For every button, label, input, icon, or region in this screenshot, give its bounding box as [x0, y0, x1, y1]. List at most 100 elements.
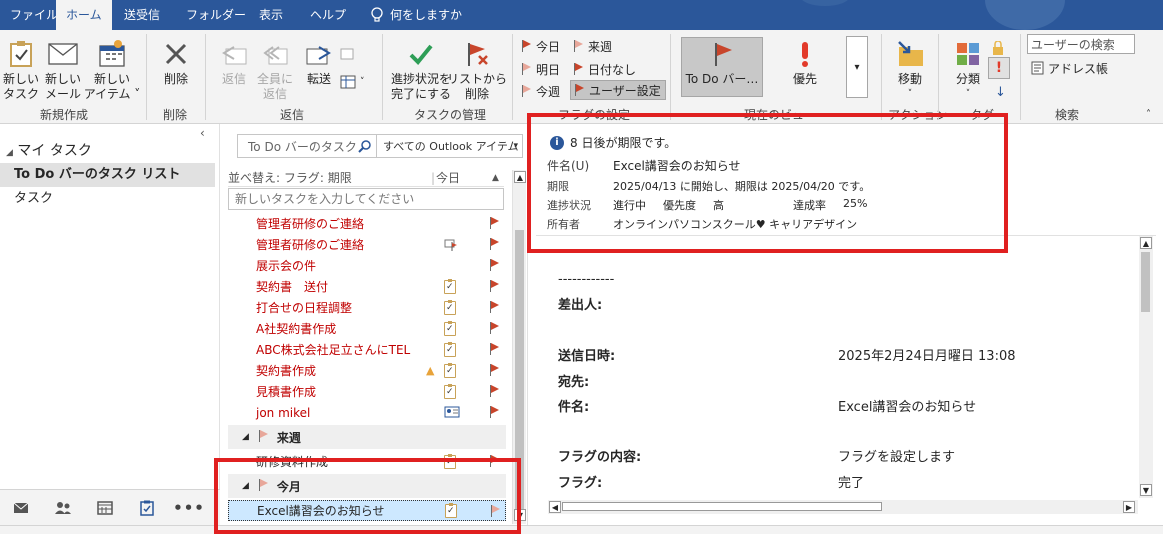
task-row-selected[interactable]: Excel講習会のお知らせ: [228, 500, 506, 521]
group-header-this-month[interactable]: ◢ 今月: [228, 474, 506, 498]
delete-button[interactable]: 削除: [158, 38, 194, 87]
flag-next-week-button[interactable]: 来週: [574, 36, 612, 56]
more-respond-button[interactable]: [340, 44, 354, 64]
task-list-scrollbar[interactable]: ▲ ▼: [512, 170, 526, 524]
new-task-input[interactable]: 新しいタスクを入力してください: [228, 188, 504, 210]
flag-icon[interactable]: [490, 385, 500, 400]
reply-button[interactable]: 返信: [216, 38, 252, 87]
flag-icon[interactable]: [490, 238, 500, 253]
scroll-down-icon[interactable]: ▼: [1140, 484, 1152, 496]
search-input[interactable]: To Do バーのタスク: [237, 134, 377, 158]
body-subject-label: 件名:: [558, 400, 590, 415]
collapse-ribbon-button[interactable]: ˄: [1146, 104, 1151, 124]
new-mail-button[interactable]: 新しい メール: [44, 38, 82, 102]
scrollbar-thumb[interactable]: [515, 230, 524, 510]
my-tasks-header[interactable]: ◢ マイ タスク: [6, 140, 92, 160]
view-priority-button[interactable]: 優先: [768, 38, 842, 87]
down-arrow-icon: ↓: [995, 84, 1006, 100]
scroll-right-icon[interactable]: ▶: [1123, 501, 1135, 513]
tab-home[interactable]: ホーム: [56, 0, 112, 30]
view-todo-button[interactable]: To Do バー…: [681, 37, 763, 97]
divider: [536, 235, 1156, 236]
flag-this-week-button[interactable]: 今週: [522, 81, 560, 101]
remove-from-list-button[interactable]: リストから 削除: [447, 38, 507, 102]
info-text: 8 日後が期限です。: [570, 136, 677, 150]
low-importance-button[interactable]: ↓: [995, 82, 1006, 102]
tab-help[interactable]: ヘルプ: [300, 0, 356, 30]
task-row[interactable]: 展示会の件: [228, 255, 506, 276]
owner-row: 所有者 オンラインパソコンスクール♥ キャリアデザイン: [547, 216, 857, 232]
nav-item-todo-list[interactable]: To Do バーのタスク リスト: [0, 163, 215, 187]
flag-icon[interactable]: [490, 322, 500, 337]
task-body[interactable]: ------------ 差出人: 送信日時: 2025年2月24日月曜日 13…: [550, 242, 1162, 518]
scroll-left-icon[interactable]: ◀: [549, 501, 561, 513]
task-row[interactable]: 契約書作成 ▲: [228, 360, 506, 381]
forward-button[interactable]: 転送: [300, 38, 338, 87]
chevron-up-icon: ˄: [1146, 108, 1151, 120]
flag-icon[interactable]: [490, 217, 500, 232]
group-header-label: 今月: [276, 479, 301, 494]
reply-all-button[interactable]: 全員に 返信: [256, 38, 294, 102]
people-icon[interactable]: [42, 490, 84, 526]
scroll-down-icon[interactable]: ▼: [514, 509, 526, 521]
address-book-button[interactable]: アドレス帳: [1030, 58, 1108, 78]
flag-icon[interactable]: [490, 301, 500, 316]
scrollbar-thumb[interactable]: [562, 502, 882, 511]
search-scope-dropdown[interactable]: すべての Outlook アイテム ▾: [377, 134, 523, 158]
categorize-button[interactable]: 分類 ˅: [950, 38, 986, 102]
mark-complete-button[interactable]: 進捗状況を 完了にする: [390, 38, 452, 102]
move-button[interactable]: 移動 ˅: [890, 38, 930, 102]
scroll-up-icon[interactable]: ▲: [514, 171, 526, 183]
task-row[interactable]: ABC株式会社足立さんにTEL: [228, 339, 506, 360]
collapse-pane-button[interactable]: ‹: [200, 126, 205, 140]
new-task-button[interactable]: 新しい タスク: [3, 38, 39, 102]
task-row[interactable]: 管理者研修のご連絡: [228, 213, 506, 234]
tell-me-box[interactable]: 何をしますか: [360, 0, 472, 30]
flag-custom-button[interactable]: ユーザー設定: [570, 80, 666, 100]
sort-header[interactable]: 並べ替え: フラグ: 期限 | 今日 ▲: [228, 169, 504, 187]
task-row[interactable]: 打合せの日程調整: [228, 297, 506, 318]
high-importance-button[interactable]: !: [988, 57, 1010, 79]
status-bar: [0, 525, 1163, 534]
flag-today-button[interactable]: 今日: [522, 36, 560, 56]
group-header-next-week[interactable]: ◢ 来週: [228, 425, 506, 449]
new-items-button[interactable]: 新しい アイテム ˅: [84, 38, 140, 102]
group-header-label: 来週: [276, 430, 301, 445]
more-respond-dropdown[interactable]: ˅: [340, 72, 365, 92]
task-row[interactable]: 見積書作成: [228, 381, 506, 402]
tab-send-receive[interactable]: 送受信: [114, 0, 170, 30]
flag-icon[interactable]: [491, 505, 501, 520]
task-row[interactable]: 研修資料作成: [228, 451, 506, 472]
scrollbar-thumb[interactable]: [1141, 252, 1150, 312]
tab-view[interactable]: 表示: [249, 0, 293, 30]
tab-folder[interactable]: フォルダー: [176, 0, 256, 30]
flag-icon[interactable]: [490, 406, 500, 421]
flag-icon[interactable]: [490, 259, 500, 274]
flag-icon[interactable]: [490, 343, 500, 358]
task-name: 打合せの日程調整: [256, 301, 353, 315]
search-icon[interactable]: [358, 139, 372, 153]
calendar-icon[interactable]: [84, 490, 126, 526]
flag-icon[interactable]: [490, 455, 500, 470]
task-row[interactable]: A社契約書作成: [228, 318, 506, 339]
more-apps-icon[interactable]: •••: [168, 490, 210, 526]
flag-no-date-button[interactable]: 日付なし: [574, 59, 636, 79]
reading-hscrollbar[interactable]: ◀ ▶: [548, 500, 1138, 514]
task-row[interactable]: 契約書 送付: [228, 276, 506, 297]
nav-item-tasks[interactable]: タスク: [0, 187, 215, 211]
tasks-icon[interactable]: [126, 490, 168, 526]
task-row[interactable]: 管理者研修のご連絡: [228, 234, 506, 255]
private-button[interactable]: [992, 38, 1004, 58]
view-gallery-more[interactable]: ▾: [846, 36, 868, 98]
task-row[interactable]: jon mikel: [228, 402, 506, 423]
flag-next-week-label: 来週: [588, 39, 613, 54]
mail-icon[interactable]: [0, 490, 42, 526]
body-flag-content-value: フラグを設定します: [838, 450, 956, 465]
scroll-up-icon[interactable]: ▲: [1140, 237, 1152, 249]
search-people-input[interactable]: ユーザーの検索: [1027, 34, 1135, 54]
flag-tomorrow-button[interactable]: 明日: [522, 59, 560, 79]
flag-icon[interactable]: [490, 364, 500, 379]
flag-icon[interactable]: [490, 280, 500, 295]
reading-scrollbar[interactable]: ▲ ▼: [1139, 236, 1153, 498]
sort-ascending-icon[interactable]: ▲: [492, 173, 499, 183]
